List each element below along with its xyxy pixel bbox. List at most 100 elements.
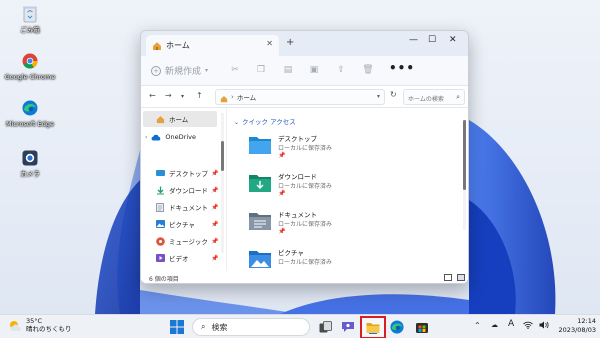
close-button[interactable]: ✕ <box>449 35 457 45</box>
file-explorer-window: ホーム ✕ + — ☐ ✕ + 新規作成 ▾ ✂ ❐ ▤ ▣ ⇪ 🗑 ••• ←… <box>140 30 469 284</box>
folder-name: ドキュメント <box>278 211 317 219</box>
scrollbar-thumb[interactable] <box>463 120 466 190</box>
chevron-down-icon: ▾ <box>205 67 209 74</box>
list-item[interactable]: デスクトップ ローカルに保存済み 📌 <box>248 132 408 166</box>
folder-status: ローカルに保存済み <box>278 259 333 266</box>
minimize-button[interactable]: — <box>409 35 418 45</box>
section-title: クイック アクセス <box>242 118 296 126</box>
sidebar-item-onedrive[interactable]: › OneDrive <box>145 129 196 145</box>
chevron-right-icon: › <box>145 133 148 141</box>
ime-indicator[interactable]: A <box>508 319 514 329</box>
desktop-icon-recycle-bin[interactable]: ごみ箱 <box>0 4 60 34</box>
desktop-icon-label: カメラ <box>20 170 40 178</box>
up-icon[interactable]: ↑ <box>196 91 203 100</box>
sidebar-item-label: ホーム <box>169 116 189 124</box>
taskbar-search[interactable]: ⌕ 検索 <box>192 318 310 336</box>
folder-status: ローカルに保存済み <box>278 183 333 190</box>
folder-name: ダウンロード <box>278 173 317 181</box>
list-item[interactable]: ダウンロード ローカルに保存済み 📌 <box>248 170 408 204</box>
microsoft-store-icon[interactable] <box>413 318 431 336</box>
scrollbar-thumb[interactable] <box>221 141 224 171</box>
content-pane: ⌄ クイック アクセス デスクトップ ローカルに保存済み 📌 ダウンロード ローカ… <box>228 108 468 271</box>
teams-chat-icon[interactable] <box>339 318 357 336</box>
camera-icon <box>20 148 40 168</box>
more-options-button[interactable]: ••• <box>389 61 415 75</box>
start-icon[interactable] <box>168 318 186 336</box>
search-input[interactable]: ホームの検索 ⌕ <box>403 89 465 105</box>
download-folder-icon <box>248 172 272 194</box>
volume-icon[interactable] <box>539 321 549 331</box>
folder-name: デスクトップ <box>278 135 317 143</box>
recent-locations-icon[interactable]: ▾ <box>181 93 184 100</box>
sidebar-item-pictures[interactable]: ピクチャ 📌 <box>155 216 218 232</box>
chrome-icon <box>20 51 40 71</box>
tab-close-button[interactable]: ✕ <box>266 39 273 48</box>
cut-icon[interactable]: ✂ <box>229 64 241 76</box>
search-label: 検索 <box>211 322 228 332</box>
share-icon[interactable]: ⇪ <box>335 64 347 76</box>
pin-icon: 📌 <box>211 169 219 177</box>
wifi-icon[interactable] <box>523 321 533 331</box>
new-button-label: 新規作成 <box>165 67 202 77</box>
sidebar-item-label: ダウンロード <box>169 187 208 195</box>
chevron-up-icon[interactable]: ⌃ <box>474 321 481 330</box>
task-view-icon[interactable] <box>316 318 334 336</box>
documents-folder-icon <box>248 210 272 232</box>
pin-icon: 📌 <box>278 190 286 197</box>
sidebar-item-desktop[interactable]: デスクトップ 📌 <box>155 165 218 181</box>
sidebar-item-home[interactable]: ホーム <box>143 111 217 127</box>
music-icon <box>155 236 165 246</box>
chevron-down-icon[interactable]: ▾ <box>377 93 380 100</box>
search-icon: ⌕ <box>201 322 206 331</box>
delete-icon[interactable]: 🗑 <box>362 64 374 76</box>
address-bar: ← → ▾ ↑ › ホーム ▾ ↻ ホームの検索 ⌕ <box>141 86 468 108</box>
navigation-scrollbar[interactable] <box>221 113 224 253</box>
sidebar-item-label: ドキュメント <box>169 204 208 212</box>
folder-status: ローカルに保存済み <box>278 221 333 228</box>
pin-icon: 📌 <box>278 228 286 235</box>
tiles-view-icon[interactable] <box>457 274 465 281</box>
desktop-icon-label: Google Chrome <box>4 73 56 81</box>
home-icon <box>152 36 162 55</box>
file-explorer-taskbar-button[interactable] <box>360 316 386 338</box>
address-field[interactable]: › ホーム ▾ <box>215 89 385 105</box>
pin-icon: 📌 <box>211 203 219 211</box>
onedrive-tray-icon[interactable]: ☁ <box>491 321 498 329</box>
rename-icon[interactable]: ▣ <box>308 64 320 76</box>
details-view-icon[interactable] <box>444 274 452 281</box>
command-bar: + 新規作成 ▾ ✂ ❐ ▤ ▣ ⇪ 🗑 ••• <box>141 56 468 86</box>
desktop-icon-camera[interactable]: カメラ <box>0 148 60 178</box>
desktop-folder-icon <box>248 134 272 156</box>
new-button[interactable]: + 新規作成 ▾ <box>151 64 208 77</box>
forward-icon[interactable]: → <box>165 91 172 100</box>
quick-access-header[interactable]: ⌄ クイック アクセス <box>234 116 296 126</box>
sidebar-item-music[interactable]: ミュージック 📌 <box>155 233 218 249</box>
weather-widget[interactable]: 35°C 晴れのちくもり <box>8 317 72 333</box>
desktop-icon-label: ごみ箱 <box>20 26 40 34</box>
copy-icon[interactable]: ❐ <box>255 64 267 76</box>
maximize-button[interactable]: ☐ <box>428 35 436 45</box>
breadcrumb: ホーム <box>236 94 257 102</box>
pin-icon: 📌 <box>211 220 219 228</box>
sidebar-item-videos[interactable]: ビデオ 📌 <box>155 250 218 266</box>
sidebar-item-downloads[interactable]: ダウンロード 📌 <box>155 182 218 198</box>
clock[interactable]: 12:14 2023/08/03 <box>556 317 596 335</box>
refresh-icon[interactable]: ↻ <box>390 90 397 99</box>
edge-icon <box>20 98 40 118</box>
content-scrollbar[interactable] <box>463 120 466 230</box>
sidebar-item-label: OneDrive <box>165 133 196 141</box>
back-icon[interactable]: ← <box>149 91 156 100</box>
paste-icon[interactable]: ▤ <box>282 64 294 76</box>
pin-icon: 📌 <box>211 186 219 194</box>
edge-icon[interactable] <box>388 318 406 336</box>
desktop-icon-chrome[interactable]: Google Chrome <box>0 51 60 81</box>
tab-home[interactable]: ホーム ✕ <box>146 35 279 56</box>
desktop-icon-edge[interactable]: Microsoft Edge <box>0 98 60 128</box>
list-item[interactable]: ドキュメント ローカルに保存済み 📌 <box>248 208 408 242</box>
status-bar: 6 個の項目 <box>141 271 468 283</box>
new-tab-button[interactable]: + <box>286 37 294 48</box>
navigation-pane: ホーム › OneDrive デスクトップ 📌 ダウンロード 📌 ドキュメント … <box>141 108 227 271</box>
sidebar-item-documents[interactable]: ドキュメント 📌 <box>155 199 218 215</box>
download-icon <box>155 185 165 195</box>
desktop-icon-label: Microsoft Edge <box>5 120 54 128</box>
